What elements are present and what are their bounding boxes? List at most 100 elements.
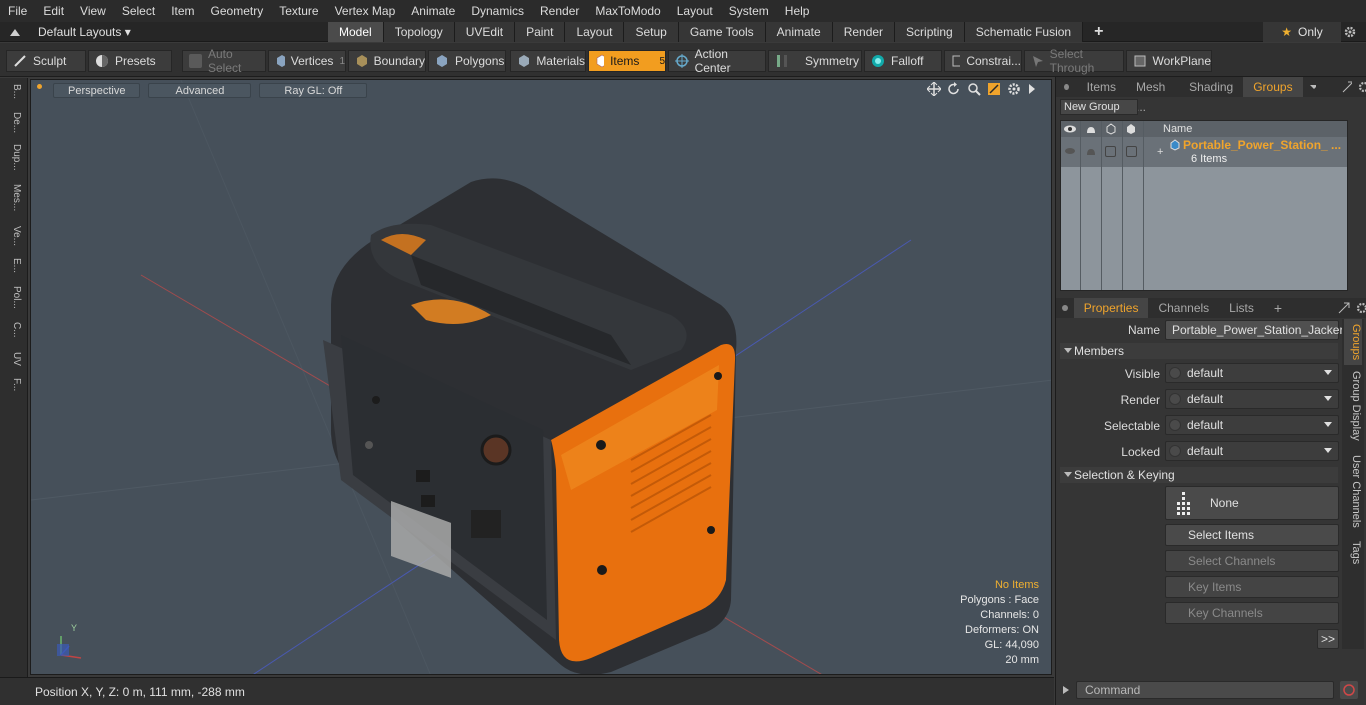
select-through-button[interactable]: Select Through: [1024, 47, 1124, 75]
left-tab-deform[interactable]: De...: [4, 112, 22, 133]
polygons-button[interactable]: Polygons: [428, 50, 506, 72]
maximize-properties-icon[interactable]: [1338, 302, 1350, 314]
fit-view-icon[interactable]: [987, 82, 1001, 96]
zoom-magnifier-icon[interactable]: [967, 82, 981, 96]
tab-uvedit[interactable]: UVEdit: [454, 22, 516, 42]
selectable-select[interactable]: default: [1165, 415, 1339, 435]
command-expand-icon[interactable]: [1062, 685, 1070, 695]
vtab-tags[interactable]: Tags: [1344, 541, 1362, 564]
left-tab-edge[interactable]: E...: [4, 258, 22, 273]
left-tab-duplicate[interactable]: Dup...: [4, 144, 22, 171]
boundary-button[interactable]: Boundary: [348, 50, 426, 72]
viewport-settings-gear-icon[interactable]: [1007, 82, 1021, 96]
visible-select[interactable]: default: [1165, 363, 1339, 383]
tab-scripting[interactable]: Scripting: [895, 22, 965, 42]
advanced-button[interactable]: Advanced: [148, 82, 252, 98]
layout-up-icon[interactable]: [9, 27, 21, 37]
group-row[interactable]: + Portable_Power_Station_ ... 6 Items: [1061, 137, 1347, 167]
pan-move-icon[interactable]: [927, 82, 941, 96]
power-station-model[interactable]: [323, 178, 737, 674]
default-layouts-dropdown[interactable]: Default Layouts ▾: [0, 22, 131, 42]
add-tab-button[interactable]: +: [1083, 22, 1114, 42]
menu-render[interactable]: Render: [532, 0, 587, 22]
select-channels-button[interactable]: Select Channels: [1165, 550, 1339, 572]
gear-icon[interactable]: [1344, 26, 1356, 38]
menu-select[interactable]: Select: [114, 0, 163, 22]
tab-layout[interactable]: Layout: [565, 22, 625, 42]
selectable-checkbox[interactable]: [1105, 146, 1116, 157]
properties-menu-dot-icon[interactable]: [1062, 305, 1068, 311]
new-group-button[interactable]: New Group: [1060, 99, 1138, 115]
constraints-button[interactable]: Constrai...: [944, 50, 1022, 72]
materials-button[interactable]: Materials: [510, 50, 586, 72]
tab-channels[interactable]: Channels: [1148, 298, 1219, 318]
tab-schematic-fusion[interactable]: Schematic Fusion: [964, 22, 1084, 42]
command-input[interactable]: Command: [1076, 681, 1334, 699]
tab-items[interactable]: Items: [1077, 77, 1126, 97]
tab-model[interactable]: Model: [328, 22, 384, 42]
presets-button[interactable]: Presets: [88, 50, 172, 72]
only-button[interactable]: ★ Only: [1263, 22, 1341, 42]
panel-menu-dot-icon[interactable]: [1064, 84, 1069, 90]
left-tab-curve[interactable]: C...: [4, 322, 22, 338]
panel-gear-icon[interactable]: [1358, 81, 1366, 93]
left-tab-basic[interactable]: B...: [4, 84, 22, 99]
left-tab-polygon[interactable]: Pol...: [4, 286, 22, 309]
locked-checkbox[interactable]: [1126, 146, 1137, 157]
tab-setup[interactable]: Setup: [624, 22, 679, 42]
rotate-icon[interactable]: [947, 82, 961, 96]
menu-layout[interactable]: Layout: [669, 0, 721, 22]
tab-mesh[interactable]: Mesh ...: [1126, 77, 1179, 114]
properties-gear-icon[interactable]: [1356, 302, 1366, 314]
left-tab-fusion[interactable]: F...: [4, 378, 22, 391]
more-options-button[interactable]: >>: [1317, 629, 1339, 649]
3d-viewport[interactable]: Y Perspective Advanced Ray GL: Off No It…: [30, 79, 1052, 675]
menu-help[interactable]: Help: [777, 0, 818, 22]
key-channels-button[interactable]: Key Channels: [1165, 602, 1339, 624]
action-center-button[interactable]: Action Center: [668, 47, 766, 75]
menu-file[interactable]: File: [0, 0, 35, 22]
menu-animate[interactable]: Animate: [403, 0, 463, 22]
render-select[interactable]: default: [1165, 389, 1339, 409]
vtab-user-channels[interactable]: User Channels: [1344, 455, 1362, 528]
record-macro-icon[interactable]: [1340, 681, 1358, 699]
tab-render[interactable]: Render: [832, 22, 896, 42]
menu-dynamics[interactable]: Dynamics: [463, 0, 532, 22]
menu-texture[interactable]: Texture: [271, 0, 326, 22]
tab-topology[interactable]: Topology: [383, 22, 455, 42]
tab-shading[interactable]: Shading: [1179, 77, 1243, 97]
vertices-button[interactable]: Vertices 1: [268, 50, 346, 72]
menu-view[interactable]: View: [72, 0, 114, 22]
menu-system[interactable]: System: [721, 0, 777, 22]
eye-icon[interactable]: [1064, 147, 1076, 155]
tab-animate[interactable]: Animate: [765, 22, 833, 42]
perspective-button[interactable]: Perspective: [53, 82, 141, 98]
viewport-menu-dot-icon[interactable]: [37, 84, 42, 89]
raygl-button[interactable]: Ray GL: Off: [259, 82, 368, 98]
menu-item[interactable]: Item: [163, 0, 202, 22]
left-tab-mesh-edit[interactable]: Mes...: [4, 184, 22, 211]
vtab-group-display[interactable]: Group Display: [1344, 371, 1362, 441]
none-selection-button[interactable]: None: [1165, 486, 1339, 520]
workplane-button[interactable]: WorkPlane: [1126, 50, 1212, 72]
falloff-button[interactable]: Falloff: [864, 50, 942, 72]
menu-vertex-map[interactable]: Vertex Map: [327, 0, 404, 22]
render-icon[interactable]: [1085, 145, 1097, 157]
tab-groups[interactable]: Groups: [1243, 77, 1303, 97]
tab-paint[interactable]: Paint: [515, 22, 566, 42]
auto-select-button[interactable]: Auto Select: [182, 47, 266, 75]
tab-lists[interactable]: Lists: [1219, 298, 1264, 318]
items-button[interactable]: Items 5: [588, 50, 666, 72]
key-items-button[interactable]: Key Items: [1165, 576, 1339, 598]
menu-edit[interactable]: Edit: [35, 0, 72, 22]
add-properties-tab-button[interactable]: +: [1264, 298, 1292, 318]
group-name-field[interactable]: Portable_Power_Station_Jackery: [1165, 320, 1349, 340]
vtab-groups[interactable]: Groups: [1344, 319, 1362, 365]
menu-geometry[interactable]: Geometry: [203, 0, 272, 22]
select-items-button[interactable]: Select Items: [1165, 524, 1339, 546]
tab-properties[interactable]: Properties: [1073, 298, 1149, 318]
left-tab-vertex[interactable]: Ve...: [4, 226, 22, 246]
tabs-dropdown-chevron-icon[interactable]: [1309, 82, 1317, 92]
expand-right-icon[interactable]: [1027, 82, 1037, 96]
maximize-panel-icon[interactable]: [1342, 81, 1352, 93]
